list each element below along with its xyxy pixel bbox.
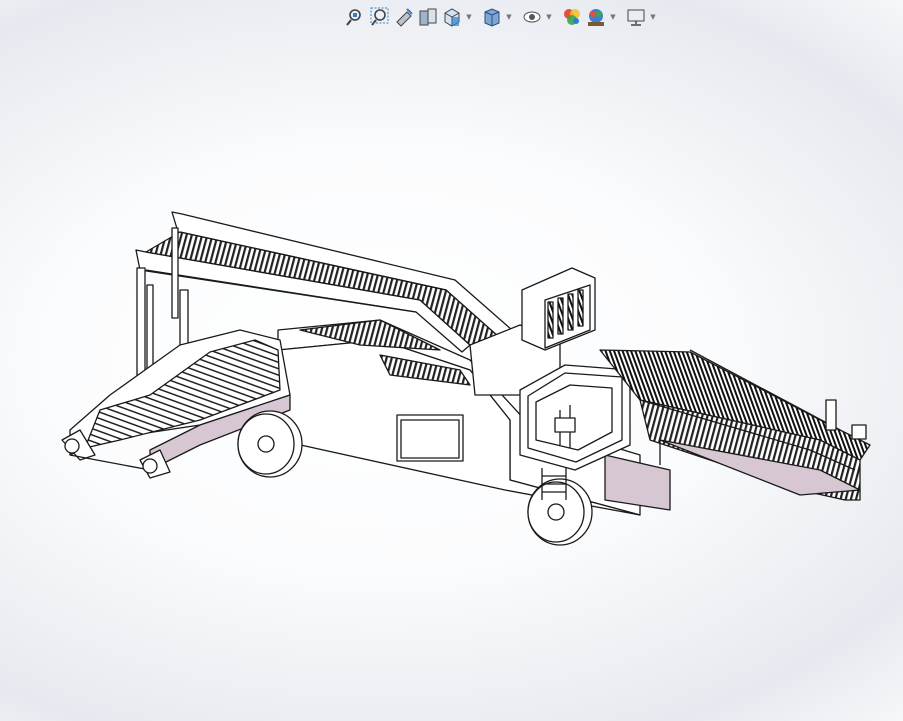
apply-scene-button[interactable]: [584, 5, 608, 29]
heads-up-view-toolbar: ▼ ▼ ▼ ▼ ▼: [344, 4, 664, 30]
section-view-icon: [419, 8, 437, 26]
graphics-area[interactable]: [0, 0, 903, 721]
zoom-to-area-button[interactable]: [368, 5, 392, 29]
view-orientation-button[interactable]: [440, 5, 464, 29]
display-style-button[interactable]: [480, 5, 504, 29]
zoom-to-fit-button[interactable]: [344, 5, 368, 29]
zoom-to-area-icon: [370, 7, 389, 26]
rear-wheel[interactable]: [527, 478, 593, 546]
display-style-dropdown-arrow[interactable]: ▼: [504, 5, 514, 29]
view-settings-button[interactable]: [624, 5, 648, 29]
view-orientation-icon: [444, 8, 460, 27]
display-style-icon: [484, 8, 500, 27]
section-view-button[interactable]: [416, 5, 440, 29]
view-settings-dropdown-arrow[interactable]: ▼: [648, 5, 658, 29]
previous-view-icon: [396, 8, 413, 27]
hide-show-items-dropdown-arrow[interactable]: ▼: [544, 5, 554, 29]
view-settings-icon: [627, 9, 645, 26]
zoom-to-fit-icon: [346, 9, 361, 26]
harvester-model[interactable]: [61, 211, 871, 546]
apply-scene-icon: [588, 9, 604, 26]
previous-view-button[interactable]: [392, 5, 416, 29]
view-orientation-dropdown-arrow[interactable]: ▼: [464, 5, 474, 29]
front-wheel[interactable]: [237, 410, 303, 478]
hide-show-items-button[interactable]: [520, 5, 544, 29]
edit-appearance-button[interactable]: [560, 5, 584, 29]
edit-appearance-icon: [564, 9, 580, 25]
apply-scene-dropdown-arrow[interactable]: ▼: [608, 5, 618, 29]
hide-show-items-icon: [523, 11, 541, 23]
